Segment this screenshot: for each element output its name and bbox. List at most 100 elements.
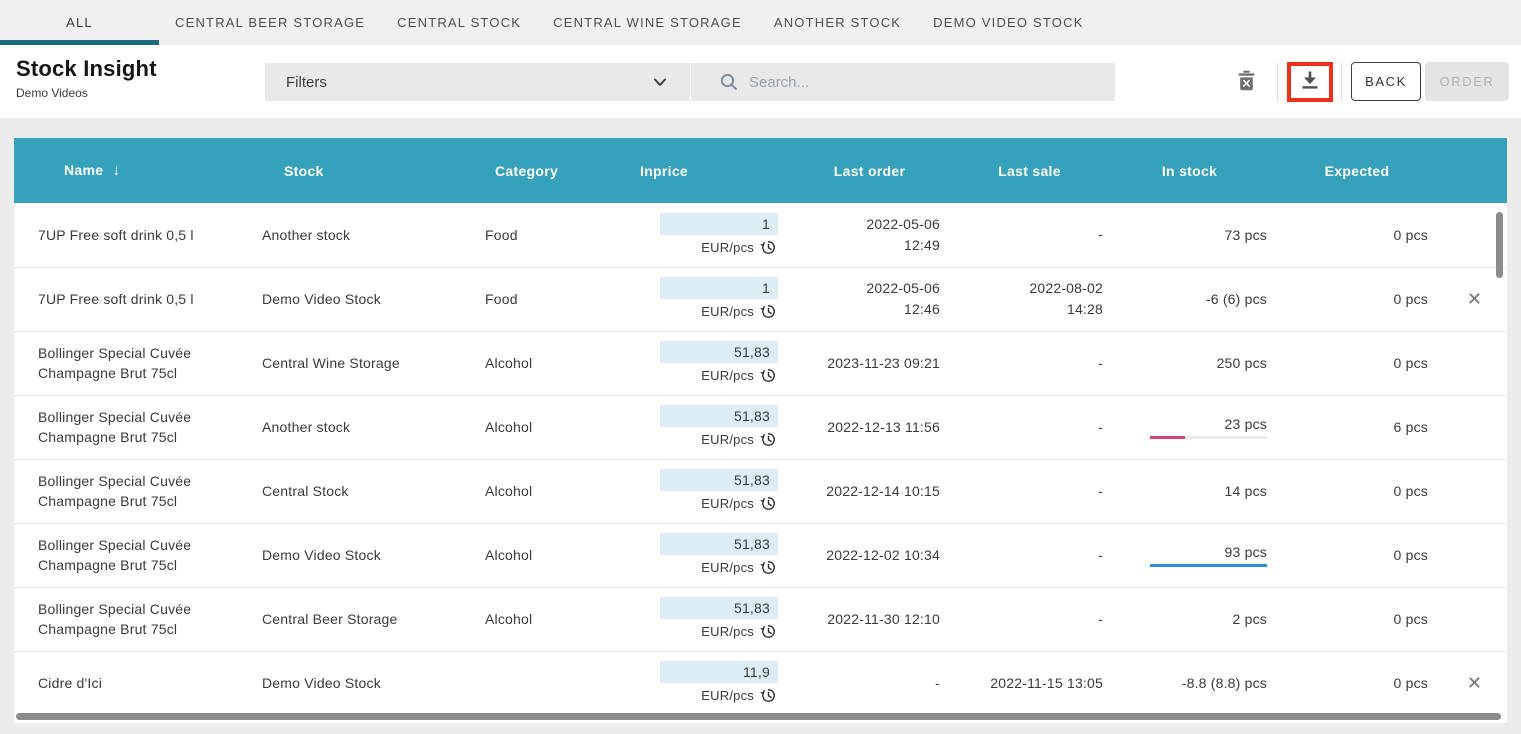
price-history-icon[interactable] (759, 622, 778, 641)
cell-last-order: 2022-05-06 12:46 (787, 267, 952, 331)
cell-product-name: Bollinger Special Cuvée Champagne Brut 7… (14, 523, 254, 587)
cell-inprice: 1 EUR/pcs (619, 267, 787, 331)
column-header-in-stock[interactable]: In stock (1107, 138, 1272, 203)
price-history-icon[interactable] (759, 494, 778, 513)
tab-central-beer-storage[interactable]: CENTRAL BEER STORAGE (159, 0, 381, 45)
cell-product-name: Bollinger Special Cuvée Champagne Brut 7… (14, 331, 254, 395)
column-header-name[interactable]: Name↓ (14, 138, 254, 203)
stock-level-bar (1150, 564, 1267, 567)
in-stock-value: -8.8 (8.8) pcs (1182, 675, 1267, 691)
cell-expected: 6 pcs (1272, 395, 1442, 459)
cell-inprice: 51,83EUR/pcs (619, 331, 787, 395)
price-history-icon[interactable] (759, 430, 778, 449)
cell-in-stock: 73 pcs (1107, 203, 1272, 267)
inprice-unit: EUR/pcs (701, 240, 754, 255)
delete-button[interactable] (1232, 70, 1260, 94)
inprice-value[interactable]: 1 (660, 213, 778, 235)
column-header-last-order[interactable]: Last order (787, 138, 952, 203)
page-subtitle: Demo Videos (16, 86, 157, 100)
download-button[interactable] (1287, 62, 1333, 102)
header-divider (1277, 63, 1278, 101)
inprice-unit: EUR/pcs (701, 432, 754, 447)
filters-dropdown[interactable]: Filters (265, 63, 690, 101)
inprice-value[interactable]: 51,83 (660, 597, 778, 619)
cell-product-name: Bollinger Special Cuvée Champagne Brut 7… (14, 395, 254, 459)
column-label: Last order (834, 163, 905, 179)
cell-inprice: 51,83 EUR/pcs (619, 459, 787, 523)
tab-all[interactable]: ALL (0, 0, 159, 45)
table-body: 7UP Free soft drink 0,5 lAnother stockFo… (14, 203, 1507, 715)
price-history-icon[interactable] (759, 366, 778, 385)
cell-actions (1442, 587, 1507, 651)
column-header-category[interactable]: Category (479, 138, 619, 203)
cell-expected: 0 pcs (1272, 459, 1442, 523)
inprice-value[interactable]: 51,83 (660, 469, 778, 491)
cell-inprice: 51,83EUR/pcs (619, 523, 787, 587)
inprice-value[interactable]: 11,9 (660, 661, 778, 683)
vertical-scrollbar[interactable] (1496, 212, 1503, 278)
cell-last-sale: 2022-08-02 14:28 (952, 267, 1107, 331)
inprice-value[interactable]: 1 (660, 277, 778, 299)
search-icon (719, 72, 739, 92)
cell-expected: 0 pcs (1272, 331, 1442, 395)
cell-product-name: Cidre d'Ici (14, 651, 254, 715)
cell-last-order: 2023-11-23 09:21 (787, 331, 952, 395)
cell-last-order: 2022-11-30 12:10 (787, 587, 952, 651)
tab-another-stock[interactable]: ANOTHER STOCK (758, 0, 917, 45)
column-header-last-sale[interactable]: Last sale (952, 138, 1107, 203)
cell-last-sale: - (952, 587, 1107, 651)
header-divider (1341, 63, 1342, 101)
remove-row-button[interactable]: ✕ (1467, 289, 1482, 309)
chevron-down-icon (652, 74, 668, 90)
stock-insight-app: ALL CENTRAL BEER STORAGE CENTRAL STOCK C… (0, 0, 1521, 734)
column-header-stock[interactable]: Stock (254, 138, 479, 203)
cell-in-stock: -8.8 (8.8) pcs (1107, 651, 1272, 715)
tab-central-wine-storage[interactable]: CENTRAL WINE STORAGE (537, 0, 758, 45)
in-stock-value: 2 pcs (1233, 611, 1267, 627)
cell-in-stock: 250 pcs (1107, 331, 1272, 395)
tab-label: DEMO VIDEO STOCK (933, 15, 1083, 30)
cell-actions (1442, 459, 1507, 523)
tab-central-stock[interactable]: CENTRAL STOCK (381, 0, 537, 45)
tab-demo-video-stock[interactable]: DEMO VIDEO STOCK (917, 0, 1099, 45)
order-button[interactable]: ORDER (1425, 62, 1509, 101)
table-row: Bollinger Special Cuvée Champagne Brut 7… (14, 331, 1507, 395)
column-label: Inprice (640, 163, 688, 179)
horizontal-scrollbar[interactable] (16, 713, 1501, 720)
inprice-unit: EUR/pcs (701, 304, 754, 319)
remove-row-button[interactable]: ✕ (1467, 673, 1482, 693)
trash-x-icon (1237, 70, 1256, 94)
cell-in-stock: -6 (6) pcs (1107, 267, 1272, 331)
price-history-icon[interactable] (759, 558, 778, 577)
table-row: Cidre d'IciDemo Video Stock11,9EUR/pcs-2… (14, 651, 1507, 715)
table-header: Name↓ Stock Category Inprice Last order … (14, 138, 1507, 203)
column-header-inprice[interactable]: Inprice (619, 138, 787, 203)
cell-category (479, 651, 619, 715)
cell-expected: 0 pcs (1272, 523, 1442, 587)
cell-last-sale: - (952, 459, 1107, 523)
column-header-expected[interactable]: Expected (1272, 138, 1442, 203)
back-button[interactable]: BACK (1351, 62, 1421, 101)
in-stock-value: -6 (6) pcs (1206, 291, 1267, 307)
price-history-icon[interactable] (759, 238, 778, 257)
in-stock-value: 23 pcs (1225, 416, 1267, 432)
inprice-value[interactable]: 51,83 (660, 341, 778, 363)
table-row: 7UP Free soft drink 0,5 lDemo Video Stoc… (14, 267, 1507, 331)
cell-in-stock: 14 pcs (1107, 459, 1272, 523)
price-history-icon[interactable] (759, 686, 778, 705)
cell-in-stock: 93 pcs (1107, 523, 1272, 587)
inprice-value[interactable]: 51,83 (660, 533, 778, 555)
stock-table: Name↓ Stock Category Inprice Last order … (14, 138, 1507, 715)
cell-product-name: Bollinger Special Cuvée Champagne Brut 7… (14, 587, 254, 651)
cell-stock: Demo Video Stock (254, 651, 479, 715)
cell-category: Alcohol (479, 395, 619, 459)
price-history-icon[interactable] (759, 302, 778, 321)
in-stock-value: 14 pcs (1225, 483, 1267, 499)
inprice-unit: EUR/pcs (701, 496, 754, 511)
inprice-value[interactable]: 51,83 (660, 405, 778, 427)
inprice-unit: EUR/pcs (701, 624, 754, 639)
cell-last-order: 2022-05-06 12:49 (787, 203, 952, 267)
search-input[interactable] (749, 74, 1079, 91)
cell-stock: Another stock (254, 203, 479, 267)
cell-inprice: 11,9EUR/pcs (619, 651, 787, 715)
